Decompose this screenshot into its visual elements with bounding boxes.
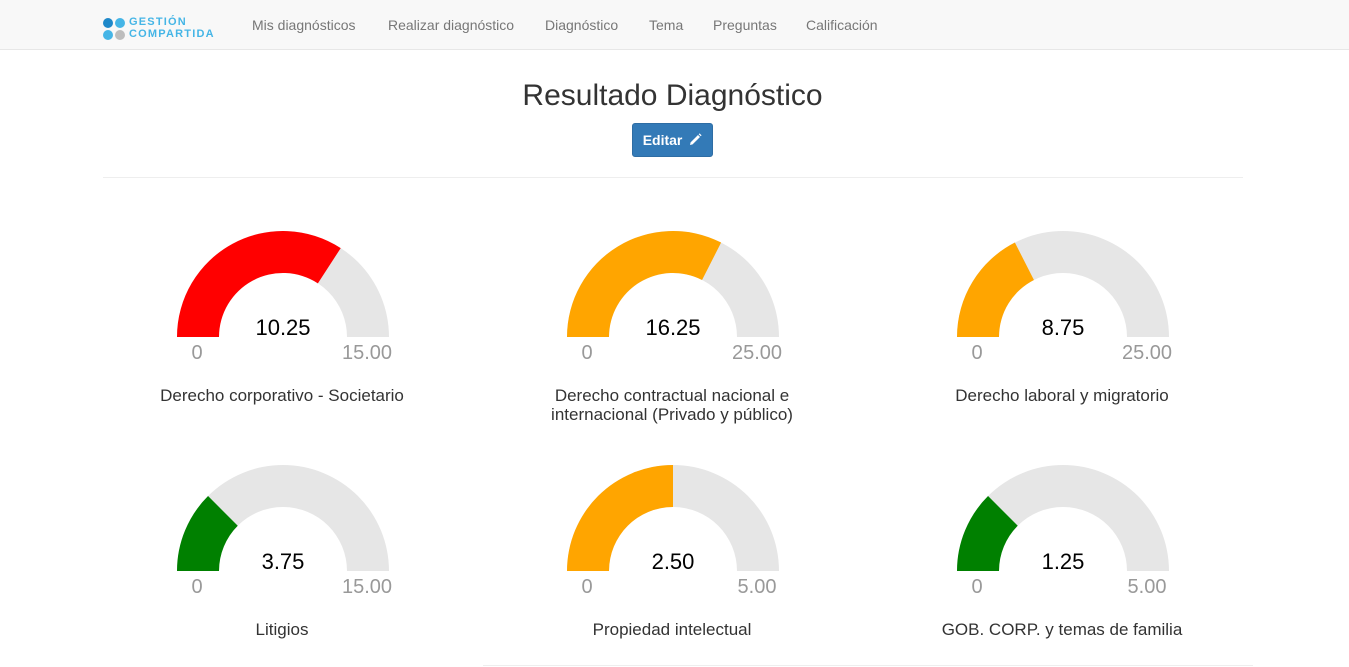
- gauge-max: 25.00: [731, 342, 783, 364]
- nav-calificacion[interactable]: Calificación: [806, 0, 878, 50]
- gauge-min: 0: [191, 342, 203, 364]
- gauge-max: 15.00: [341, 576, 393, 598]
- divider: [483, 665, 1253, 666]
- gauge-card: 2.50 0 5.00 Propiedad intelectual: [567, 465, 827, 665]
- gauge-min: 0: [971, 576, 983, 598]
- gauge-card: 3.75 0 15.00 Litigios: [177, 465, 437, 665]
- gauge-max: 25.00: [1121, 342, 1173, 364]
- gauge-value: 3.75: [261, 549, 305, 574]
- logo-text-line1: GESTIÓN: [129, 16, 187, 28]
- navbar: GESTIÓN COMPARTIDA Mis diagnósticos Real…: [0, 0, 1349, 50]
- nav-tema[interactable]: Tema: [649, 0, 683, 50]
- edit-button[interactable]: Editar: [632, 123, 713, 157]
- gauge-min: 0: [581, 576, 593, 598]
- gauge-label: Derecho corporativo - Societario: [160, 386, 404, 405]
- gauge-min: 0: [581, 342, 593, 364]
- logo-text-line2: COMPARTIDA: [129, 28, 215, 40]
- gauge-card: 1.25 0 5.00 GOB. CORP. y temas de familia: [942, 465, 1217, 665]
- gauge-label: Derecho laboral y migratorio: [955, 386, 1169, 405]
- logo-dot-icon: [115, 18, 125, 28]
- gauge-value: 8.75: [1041, 315, 1085, 340]
- gauge-value: 16.25: [645, 315, 701, 340]
- edit-button-label: Editar: [642, 132, 683, 148]
- gauge-min: 0: [971, 342, 983, 364]
- page-title: Resultado Diagnóstico: [522, 79, 823, 112]
- logo-dot-icon: [103, 30, 113, 40]
- nav-realizar-diagnostico[interactable]: Realizar diagnóstico: [388, 0, 514, 50]
- gauge-label: Litigios: [255, 620, 309, 639]
- logo-dot-icon: [103, 18, 113, 28]
- brand-logo[interactable]: GESTIÓN COMPARTIDA: [103, 14, 223, 42]
- gauge-card: 10.25 0 15.00 Derecho corporativo - Societa…: [160, 231, 437, 431]
- gauge-value: 1.25: [1041, 549, 1085, 574]
- gauge-value: 2.50: [651, 549, 695, 574]
- pencil-icon: [690, 133, 702, 145]
- gauge-max: 5.00: [1127, 576, 1167, 598]
- gauge-label: Propiedad intelectual: [592, 620, 752, 639]
- gauge-min: 0: [191, 576, 203, 598]
- logo-dot-icon: [115, 30, 125, 40]
- gauge-max: 5.00: [737, 576, 777, 598]
- nav-mis-diagnosticos[interactable]: Mis diagnósticos: [252, 0, 356, 50]
- gauge-label: GOB. CORP. y temas de familia: [941, 620, 1183, 639]
- nav-preguntas[interactable]: Preguntas: [713, 0, 777, 50]
- gauge-label: Derecho contractual nacional e internaci…: [551, 386, 793, 424]
- gauge-card: 16.25 0 25.00 Derecho contractual nacional …: [551, 231, 827, 431]
- nav-diagnostico[interactable]: Diagnóstico: [545, 0, 618, 50]
- gauge-max: 15.00: [341, 342, 393, 364]
- gauge-card: 8.75 0 25.00 Derecho laboral y migratorio: [955, 231, 1217, 431]
- divider: [103, 177, 1243, 178]
- gauge-value: 10.25: [255, 315, 311, 340]
